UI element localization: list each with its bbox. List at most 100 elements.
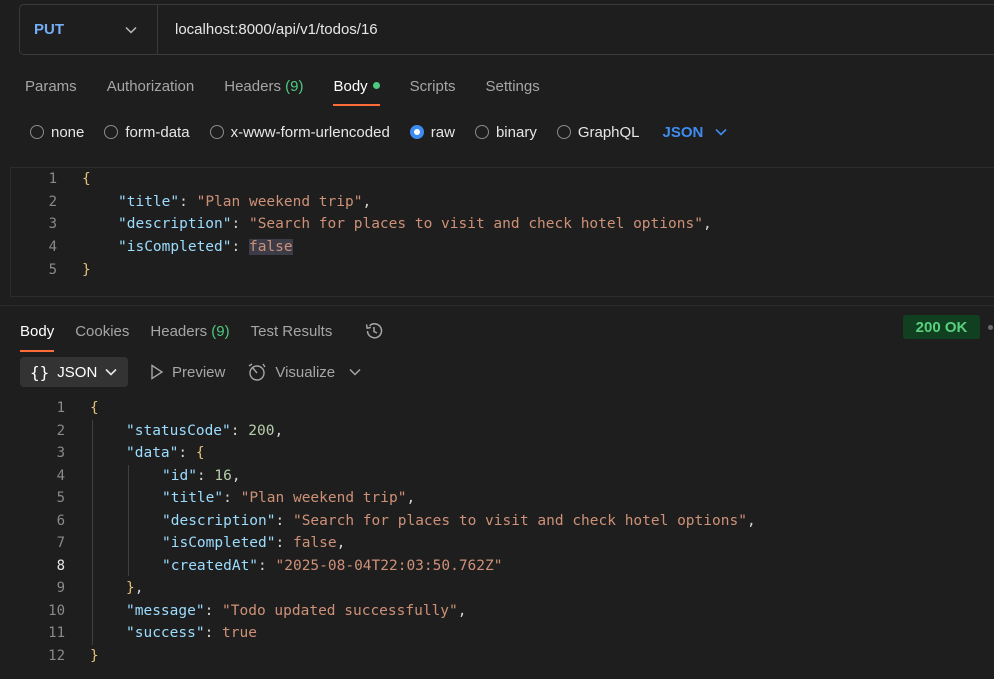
code-line: "data": { — [126, 445, 205, 461]
tab-headers[interactable]: Headers (9) — [224, 76, 303, 108]
indent-guide — [128, 465, 129, 576]
tab-label: Body — [20, 322, 55, 340]
tab-scripts[interactable]: Scripts — [410, 76, 456, 108]
chevron-down-icon[interactable] — [349, 368, 361, 376]
body-type-none[interactable]: none — [30, 124, 84, 141]
tab-authorization[interactable]: Authorization — [107, 76, 195, 108]
braces-icon: {} — [30, 362, 50, 382]
more-icon[interactable] — [988, 325, 993, 330]
line-number: 2 — [56, 423, 65, 439]
tab-params[interactable]: Params — [25, 76, 77, 108]
headers-count: (9) — [211, 322, 230, 340]
tab-label: Headers — [150, 322, 208, 340]
option-label: raw — [430, 123, 455, 141]
option-label: none — [51, 123, 85, 141]
code-line: "title": "Plan weekend trip", — [162, 490, 416, 506]
response-tab-test-results[interactable]: Test Results — [251, 323, 333, 340]
visualize-icon — [248, 363, 266, 381]
code-line: "id": 16, — [162, 468, 241, 484]
chevron-down-icon — [125, 26, 137, 34]
play-icon — [151, 364, 164, 380]
tab-label: Settings — [485, 78, 540, 95]
body-type-binary[interactable]: binary — [474, 123, 537, 141]
option-label: binary — [495, 123, 537, 141]
tab-label: Body — [333, 78, 368, 95]
code-line: "description": "Search for places to vis… — [118, 216, 712, 232]
code-line: "isCompleted": false, — [162, 535, 346, 551]
line-number: 12 — [48, 648, 65, 664]
tab-label: Params — [25, 78, 77, 95]
body-type-raw[interactable]: raw — [409, 123, 455, 141]
tab-settings[interactable]: Settings — [486, 76, 540, 108]
method-label: PUT — [34, 21, 64, 38]
line-number: 4 — [48, 239, 57, 255]
code-line: "createdAt": "2025-08-04T22:03:50.762Z" — [162, 558, 503, 574]
code-line: "title": "Plan weekend trip", — [118, 194, 372, 210]
line-number: 3 — [48, 216, 57, 232]
code-line: "statusCode": 200, — [126, 423, 284, 439]
tab-label: Test Results — [250, 322, 333, 340]
code-line: { — [82, 171, 91, 187]
preview-label: Preview — [172, 363, 226, 381]
line-number: 4 — [56, 468, 65, 484]
body-type-form-data[interactable]: form-data — [104, 123, 190, 141]
code-line: } — [90, 648, 99, 664]
url-input[interactable]: localhost:8000/api/v1/todos/16 — [158, 21, 378, 38]
response-format-select[interactable]: {} JSON — [20, 357, 128, 387]
chevron-down-icon — [715, 128, 727, 136]
radio-icon — [474, 125, 489, 139]
line-number: 5 — [48, 262, 57, 278]
visualize-button[interactable]: Visualize — [247, 362, 335, 382]
code-line: "isCompleted": false — [118, 239, 293, 255]
code-line: } — [82, 262, 91, 278]
pane-divider[interactable] — [0, 305, 994, 306]
body-type-urlencoded[interactable]: x-www-form-urlencoded — [209, 123, 390, 141]
visualize-label: Visualize — [275, 363, 336, 381]
status-badge: 200 OK — [903, 315, 980, 339]
request-tabs: Params Authorization Headers (9) Body Sc… — [25, 76, 570, 108]
response-tab-cookies[interactable]: Cookies — [75, 323, 129, 340]
line-number: 8 — [56, 558, 65, 574]
url-bar: PUT localhost:8000/api/v1/todos/16 — [19, 4, 994, 55]
radio-icon — [30, 125, 44, 139]
body-format-select[interactable]: JSON — [663, 124, 728, 141]
method-select[interactable]: PUT — [20, 5, 158, 54]
code-line: "message": "Todo updated successfully", — [126, 603, 467, 619]
line-number: 9 — [56, 580, 65, 596]
response-tabs: Body Cookies Headers (9) Test Results — [20, 316, 385, 352]
line-number: 3 — [56, 445, 65, 461]
headers-count: (9) — [285, 78, 304, 95]
body-type-graphql[interactable]: GraphQL — [556, 124, 640, 141]
tab-label: Headers — [224, 78, 281, 95]
request-body-editor[interactable]: 1 2 3 4 5 { "title": "Plan weekend trip"… — [10, 167, 994, 297]
body-type-options: none form-data x-www-form-urlencoded raw… — [30, 121, 727, 143]
code-line: }, — [126, 580, 144, 596]
chevron-down-icon — [105, 368, 117, 376]
response-body-viewer[interactable]: 1 2 3 4 5 6 7 8 9 10 11 12 { "statusCode… — [0, 396, 994, 679]
line-number: 5 — [56, 490, 65, 506]
indent-guide — [92, 420, 93, 645]
line-number: 6 — [56, 513, 65, 529]
response-tab-body[interactable]: Body — [20, 322, 55, 352]
option-label: x-www-form-urlencoded — [230, 123, 390, 141]
radio-icon — [209, 125, 224, 139]
line-number: 1 — [48, 171, 57, 187]
tab-label: Authorization — [106, 78, 195, 95]
format-label: JSON — [662, 123, 704, 141]
line-number: 11 — [48, 625, 65, 641]
code-line: { — [90, 400, 99, 416]
radio-icon — [104, 125, 119, 139]
line-number: 7 — [56, 535, 65, 551]
history-icon[interactable] — [363, 320, 385, 342]
format-label: JSON — [57, 363, 98, 381]
preview-button[interactable]: Preview — [150, 364, 225, 381]
modified-dot-icon — [372, 82, 380, 89]
radio-icon — [556, 125, 571, 139]
radio-selected-icon — [409, 125, 424, 139]
tab-label: Scripts — [409, 78, 456, 95]
option-label: form-data — [125, 123, 190, 141]
response-tab-headers[interactable]: Headers (9) — [150, 323, 229, 340]
tab-label: Cookies — [75, 322, 130, 340]
tab-body[interactable]: Body — [333, 76, 380, 108]
code-line: "success": true — [126, 625, 257, 641]
